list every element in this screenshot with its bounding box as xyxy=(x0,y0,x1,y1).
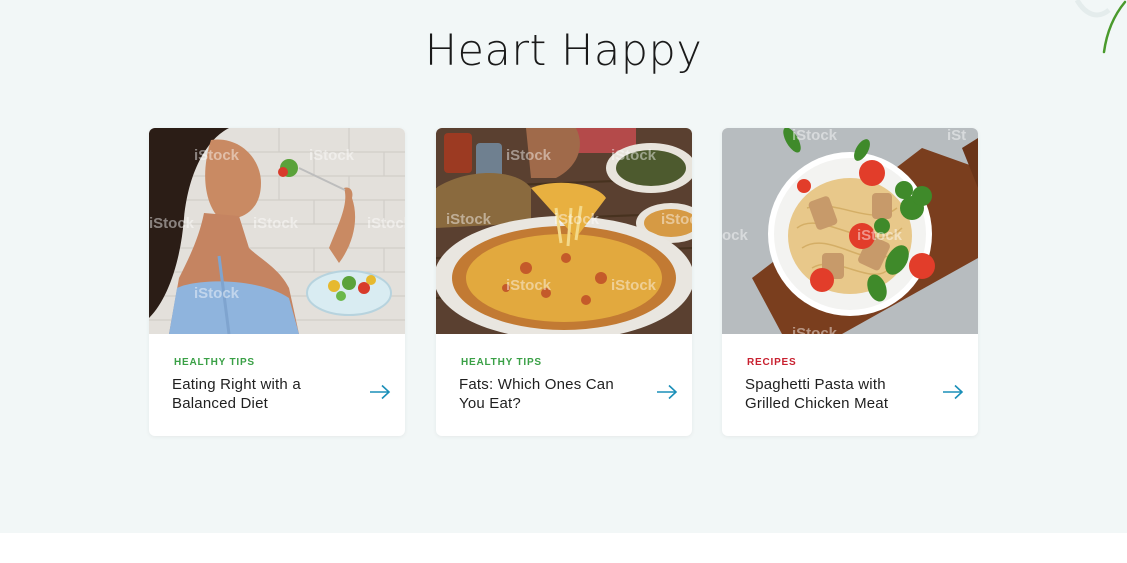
arrow-right-icon[interactable] xyxy=(942,384,964,400)
svg-text:iStock: iStock xyxy=(857,227,903,244)
svg-text:ock: ock xyxy=(722,227,749,244)
svg-text:iSt: iSt xyxy=(947,128,966,144)
svg-text:iStock: iStock xyxy=(367,215,405,232)
svg-text:iStock: iStock xyxy=(792,325,838,334)
pizza-photo[interactable]: iStock iStock iStock iStock iStock iStock iS… xyxy=(436,128,692,334)
card-tag: Healthy Tips xyxy=(174,357,255,368)
card-tag: Recipes xyxy=(747,357,797,368)
svg-text:iStock: iStock xyxy=(309,147,355,164)
svg-text:iStock: iStock xyxy=(611,147,657,164)
card-title[interactable]: Spaghetti Pasta with Grilled Chicken Mea… xyxy=(745,375,920,413)
svg-text:iStock: iStock xyxy=(194,147,240,164)
svg-text:iStock: iStock xyxy=(661,211,692,228)
card-title[interactable]: Eating Right with a Balanced Diet xyxy=(172,375,347,413)
svg-text:iStock: iStock xyxy=(194,285,240,302)
article-card-fats[interactable]: iStock iStock iStock iStock iStock iStock iS… xyxy=(436,128,692,436)
card-tag: Healthy Tips xyxy=(461,357,542,368)
arrow-right-icon[interactable] xyxy=(656,384,678,400)
svg-text:iStock: iStock xyxy=(253,215,299,232)
svg-text:iStock: iStock xyxy=(554,211,600,228)
woman-eating-salad-photo[interactable]: iStock iStock iStock iStock iStock iStock xyxy=(149,128,405,334)
section-title: Heart Happy xyxy=(424,26,703,76)
article-card-eating-right[interactable]: iStock iStock iStock iStock iStock iStock H… xyxy=(149,128,405,436)
svg-text:iStock: iStock xyxy=(149,215,195,232)
svg-text:iStock: iStock xyxy=(611,277,657,294)
svg-text:iStock: iStock xyxy=(792,128,838,144)
card-title[interactable]: Fats: Which Ones Can You Eat? xyxy=(459,375,634,413)
article-card-spaghetti[interactable]: iStock iSt ock iStock iStock Recipes Spagh… xyxy=(722,128,978,436)
svg-text:iStock: iStock xyxy=(446,211,492,228)
svg-text:iStock: iStock xyxy=(506,277,552,294)
heart-happy-section: Heart Happy iStock iStock iStock iStock … xyxy=(0,0,1127,533)
svg-text:iStock: iStock xyxy=(506,147,552,164)
arrow-right-icon[interactable] xyxy=(369,384,391,400)
pasta-chicken-photo[interactable]: iStock iSt ock iStock iStock xyxy=(722,128,978,334)
